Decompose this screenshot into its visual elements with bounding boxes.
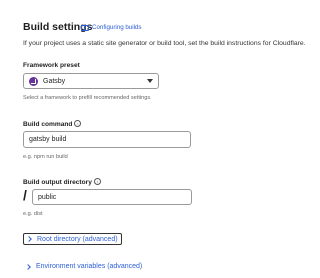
framework-preset-value: Gatsby: [43, 77, 66, 85]
build-output-help: e.g. dist: [23, 211, 43, 217]
build-output-label: Build output directory i: [23, 178, 101, 186]
build-command-help: e.g. npm run build: [23, 154, 68, 160]
chevron-right-icon: [25, 263, 31, 270]
environment-variables-label: Environment variables (advanced): [36, 263, 143, 270]
configuring-builds-link[interactable]: Configuring builds: [79, 22, 144, 33]
environment-variables-toggle[interactable]: Environment variables (advanced): [25, 263, 143, 270]
configuring-builds-label: Configuring builds: [92, 24, 142, 31]
root-directory-toggle[interactable]: Root directory (advanced): [23, 233, 122, 245]
docs-icon: [81, 24, 89, 31]
caret-down-icon: [147, 79, 153, 83]
build-output-value: public: [38, 193, 57, 201]
build-command-label-text: Build command: [23, 121, 73, 128]
section-description: If your project uses a static site gener…: [23, 40, 306, 47]
chevron-right-icon: [26, 236, 32, 242]
build-output-label-text: Build output directory: [23, 179, 92, 186]
framework-preset-select[interactable]: Gatsby: [23, 73, 159, 89]
build-command-value: gatsby build: [29, 136, 67, 143]
path-prefix-slash: /: [23, 187, 27, 203]
info-icon[interactable]: i: [74, 120, 82, 127]
gatsby-logo-icon: [29, 76, 38, 86]
root-directory-label: Root directory (advanced): [37, 235, 118, 243]
build-command-input[interactable]: gatsby build: [23, 131, 191, 148]
build-command-label: Build command i: [23, 120, 82, 128]
build-output-input[interactable]: public: [32, 189, 192, 205]
framework-preset-help: Select a framework to prefill recommende…: [23, 95, 152, 101]
framework-preset-label: Framework preset: [23, 62, 80, 69]
info-icon[interactable]: i: [93, 178, 101, 185]
